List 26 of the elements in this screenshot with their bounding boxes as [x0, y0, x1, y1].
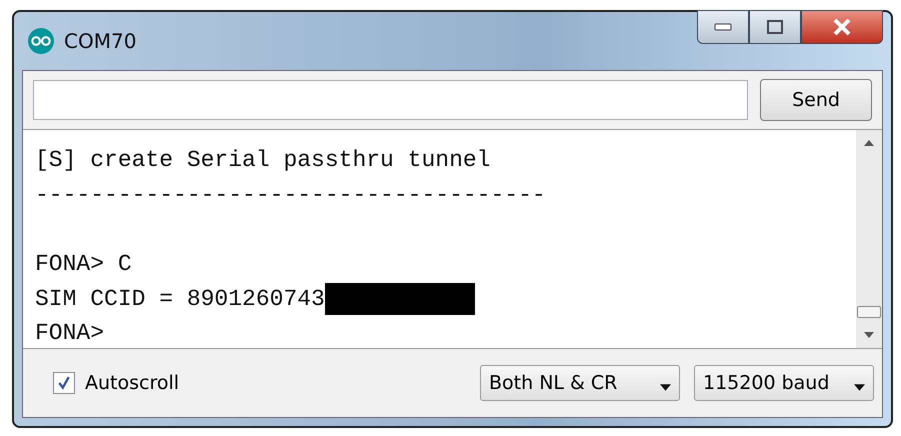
minimize-button[interactable] — [697, 10, 749, 44]
checkmark-icon — [57, 376, 71, 390]
checkbox-label: Autoscroll — [85, 372, 180, 394]
output-line: [S] create Serial passthru tunnel — [35, 147, 490, 174]
checkbox[interactable] — [53, 372, 75, 394]
minimize-icon — [714, 23, 732, 31]
scroll-down-icon[interactable] — [864, 332, 874, 338]
scroll-up-icon[interactable] — [864, 140, 874, 146]
maximize-icon — [766, 19, 784, 35]
output-line: SIM CCID = 8901260743 — [35, 286, 325, 312]
output-line: FONA> C — [35, 251, 132, 278]
send-button[interactable]: Send — [760, 79, 872, 121]
output-line: ------------------------------------- — [35, 182, 546, 208]
close-icon — [832, 18, 852, 36]
scroll-thumb[interactable] — [857, 306, 881, 318]
scrollbar[interactable] — [856, 130, 882, 348]
window-title: COM70 — [64, 29, 136, 53]
close-button[interactable] — [801, 10, 883, 44]
line-ending-dropdown[interactable]: Both NL & CR — [480, 365, 680, 401]
output-line: FONA> — [35, 320, 104, 346]
maximize-button[interactable] — [749, 10, 801, 44]
caret-icon — [660, 384, 671, 390]
caret-icon — [854, 384, 865, 390]
infinity-logo-icon — [28, 28, 54, 54]
baud-rate-dropdown[interactable]: 115200 baud — [694, 365, 874, 401]
input-field[interactable] — [33, 80, 748, 120]
